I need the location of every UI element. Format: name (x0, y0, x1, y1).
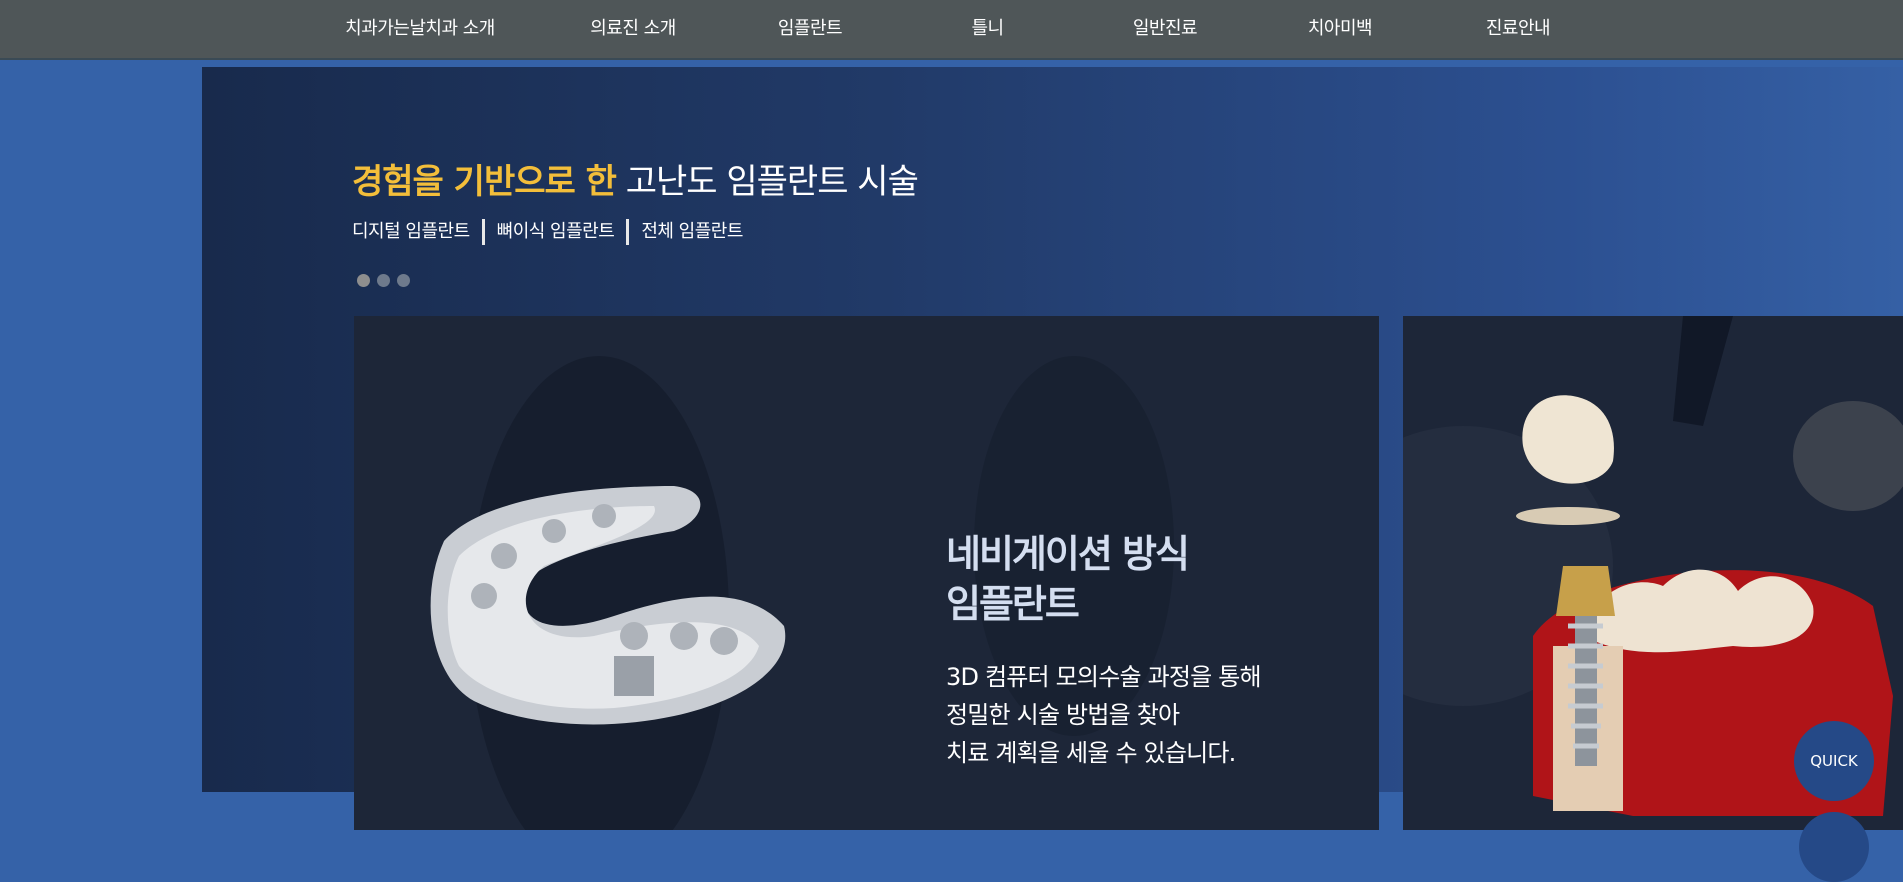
surgical-guide-image (430, 486, 786, 725)
slide-title-line2: 임플란트 (946, 582, 1080, 626)
nav-item-whitening[interactable]: 치아미백 (1270, 0, 1410, 58)
quick-menu-button[interactable]: QUICK (1794, 721, 1874, 801)
tab-full-implant[interactable]: 전체 임플란트 (641, 218, 743, 246)
headline-rest: 고난도 임플란트 시술 (615, 162, 919, 202)
nav-item-implant[interactable]: 임플란트 (740, 0, 880, 58)
nav-item-denture[interactable]: 틀니 (930, 0, 1045, 58)
nav-item-general-care[interactable]: 일반진료 (1095, 0, 1235, 58)
tab-divider (626, 219, 630, 245)
implant-tabs: 디지털 임플란트 뼈이식 임플란트 전체 임플란트 (352, 218, 743, 246)
tab-digital-implant[interactable]: 디지털 임플란트 (352, 218, 470, 246)
tab-divider (481, 219, 485, 245)
slider-dot-3[interactable] (397, 274, 410, 287)
slide-desc-line1: 3D 컴퓨터 모의수술 과정을 통해 (946, 663, 1262, 691)
slide-title: 네비게이션 방식 임플란트 (946, 529, 1190, 629)
quick-menu-secondary-button[interactable] (1799, 812, 1869, 882)
slider-dot-1[interactable] (357, 274, 370, 287)
hero-headline: 경험을 기반으로 한 고난도 임플란트 시술 (352, 154, 919, 203)
slide-navigation-implant[interactable]: 네비게이션 방식 임플란트 3D 컴퓨터 모의수술 과정을 통해 정밀한 시술 … (354, 316, 1379, 830)
slider-dots (357, 272, 417, 287)
slider-dot-2[interactable] (377, 274, 390, 287)
nav-item-clinic-intro[interactable]: 치과가는날치과 소개 (320, 0, 520, 58)
slide-description: 3D 컴퓨터 모의수술 과정을 통해 정밀한 시술 방법을 찾아 치료 계획을 … (946, 658, 1262, 772)
slide-title-line1: 네비게이션 방식 (946, 532, 1190, 576)
nav-item-doctors[interactable]: 의료진 소개 (553, 0, 713, 58)
nav-item-guide[interactable]: 진료안내 (1448, 0, 1588, 58)
headline-highlight: 경험을 기반으로 한 (352, 162, 617, 202)
slide-desc-line2: 정밀한 시술 방법을 찾아 (946, 701, 1180, 729)
top-navigation: 치과가는날치과 소개 의료진 소개 임플란트 틀니 일반진료 치아미백 진료안내 (0, 0, 1903, 60)
slide-desc-line3: 치료 계획을 세울 수 있습니다. (946, 739, 1236, 767)
tab-bone-graft-implant[interactable]: 뼈이식 임플란트 (497, 218, 615, 246)
